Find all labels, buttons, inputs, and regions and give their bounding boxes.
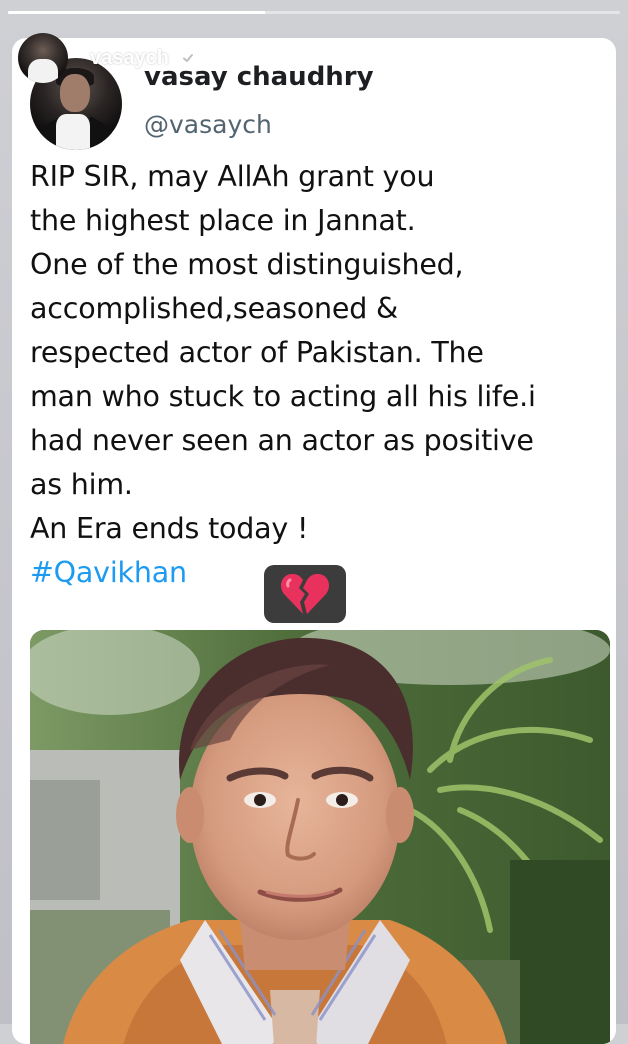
tweet-screenshot-card: vasay chaudhry @vasaych RIP SIR, may All… [12,38,616,1044]
story-progress-fill [8,11,266,14]
more-options-icon[interactable] [586,38,606,88]
tweet-photo[interactable] [30,630,610,1044]
tweet-line: as him. [30,468,133,501]
story-avatar[interactable] [18,33,68,83]
story-username[interactable]: vasaych [90,47,169,70]
tweet-line: respected actor of Pakistan. The [30,336,484,369]
broken-heart-icon [280,573,330,614]
tweet-line: had never seen an actor as positive [30,424,534,457]
portrait-photo [30,630,610,1044]
story-progress-bar [8,11,620,14]
tweet-text: RIP SIR, may AllAh grant you the highest… [30,155,616,595]
story-timestamp: 55m [208,47,246,68]
tweet-line: An Era ends today ! [30,512,309,545]
story-header: vasaych 55m [18,32,246,84]
tweet-line: One of the most distinguished, [30,248,464,281]
verified-badge-icon [178,49,197,67]
tweet-line: accomplished,seasoned & [30,292,399,325]
tweet-line: RIP SIR, may AllAh grant you [30,160,435,193]
broken-heart-sticker[interactable] [264,565,346,623]
tweet-line: man who stuck to acting all his life.i [30,380,536,413]
tweet-line: the highest place in Jannat. [30,204,416,237]
tweet-handle: @vasaych [144,110,272,139]
